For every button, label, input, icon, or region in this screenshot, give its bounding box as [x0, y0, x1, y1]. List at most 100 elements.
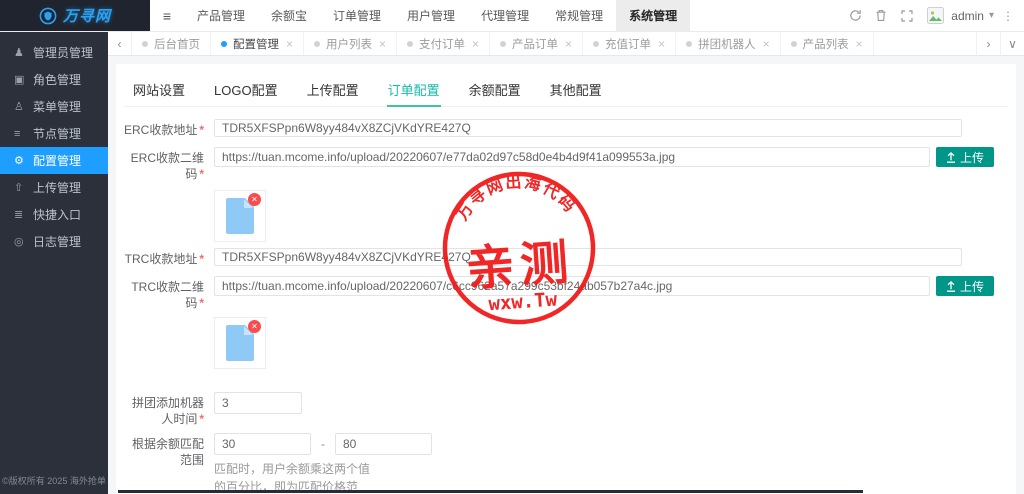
remove-image-icon[interactable]: ✕: [248, 320, 261, 333]
avatar[interactable]: [927, 7, 945, 24]
tab-label: 配置管理: [233, 38, 279, 51]
field-label: ERC收款二维码 *: [130, 151, 204, 181]
sidebar-item-user[interactable]: ♟ 管理员管理: [0, 39, 108, 66]
tab-dot-icon: [790, 40, 797, 47]
copyright-text: ©版权所有 2025 海外抢单: [2, 476, 106, 486]
app-logo[interactable]: 万寻网: [0, 0, 150, 31]
tab-dot-icon: [686, 40, 693, 47]
collapse-menu-icon[interactable]: ≡: [150, 0, 184, 31]
topnav-item[interactable]: 产品管理: [184, 0, 258, 31]
topnav-item[interactable]: 系统管理: [616, 0, 691, 31]
remove-image-icon[interactable]: ✕: [248, 193, 261, 206]
robot-time-input[interactable]: [214, 392, 302, 414]
upload-arrow-icon: [946, 151, 955, 163]
top-navigation: ≡ 产品管理 余额宝 订单管理 用户管理 代理管理 常规管理 系统管理: [150, 0, 691, 31]
tab-close-icon[interactable]: ×: [472, 37, 479, 51]
trc-qr-preview: ✕: [214, 317, 266, 369]
fullscreen-icon[interactable]: [895, 0, 919, 32]
sidebar-item-label: 节点管理: [33, 127, 82, 141]
tab-close-icon[interactable]: ×: [565, 37, 572, 51]
main-area: 网站设置 LOGO配置上传配置订单配置余额配置其他配置 ERC收款地址* ERC收…: [108, 56, 1024, 494]
trc-qr-input[interactable]: [214, 276, 930, 296]
topnav-items: 产品管理 余额宝 订单管理 用户管理 代理管理 常规管理 系统管理: [184, 0, 691, 31]
tab-close-icon[interactable]: ×: [379, 37, 386, 51]
sidebar-item-log[interactable]: ◎ 日志管理: [0, 228, 108, 255]
page-tab[interactable]: 产品订单 ×: [490, 32, 584, 55]
page-tab[interactable]: 配置管理 ×: [211, 32, 305, 55]
field-label: 拼团添加机器人时间 *: [131, 396, 204, 426]
balance-max-input[interactable]: [335, 433, 432, 455]
topnav-item[interactable]: 代理管理: [468, 0, 542, 31]
sidebar-item-label: 菜单管理: [33, 100, 82, 114]
topnav-item[interactable]: 订单管理: [320, 0, 394, 31]
balance-min-input[interactable]: [214, 433, 311, 455]
log-icon: ◎: [14, 236, 24, 248]
tab-dot-icon: [221, 40, 227, 47]
page-tab[interactable]: 充值订单 ×: [583, 32, 677, 55]
app-title: 万寻网: [62, 8, 111, 25]
page-tab[interactable]: 拼团机器人 ×: [676, 32, 781, 55]
page-tab[interactable]: 支付订单 ×: [397, 32, 491, 55]
sidebar-item-label: 快捷入口: [33, 208, 82, 222]
top-header: 万寻网 ≡ 产品管理 余额宝 订单管理 用户管理 代理管理 常规管理 系统管理 admin …: [0, 0, 1024, 32]
horizontal-scrollbar[interactable]: [118, 490, 863, 493]
topnav-item[interactable]: 余额宝: [258, 0, 320, 31]
sidebar-item-list[interactable]: ≡ 节点管理: [0, 120, 108, 147]
image-placeholder-icon: ✕: [226, 193, 261, 234]
sidebar-item-id-card[interactable]: ▣ 角色管理: [0, 66, 108, 93]
trash-icon[interactable]: [869, 0, 893, 32]
user-menu[interactable]: admin: [951, 9, 984, 23]
erc-address-input[interactable]: [214, 119, 962, 137]
tabs-dropdown-icon[interactable]: ∨: [1000, 32, 1024, 55]
id-card-icon: ▣: [14, 74, 25, 86]
range-dash: -: [321, 437, 325, 451]
tab-close-icon[interactable]: ×: [658, 37, 665, 51]
erc-upload-button[interactable]: 上传: [935, 147, 994, 167]
config-tab[interactable]: 订单配置: [386, 76, 441, 107]
trc-upload-button[interactable]: 上传: [935, 276, 994, 296]
more-icon[interactable]: ⋮: [1000, 9, 1016, 23]
page-tab[interactable]: 后台首页: [132, 32, 211, 55]
trc-address-input[interactable]: [214, 248, 962, 266]
config-tab[interactable]: 上传配置: [306, 76, 360, 106]
page-tab[interactable]: 用户列表 ×: [304, 32, 398, 55]
tab-dot-icon: [142, 40, 148, 47]
tab-dot-icon: [314, 40, 321, 47]
required-star: *: [199, 123, 205, 137]
erc-qr-preview: ✕: [214, 190, 266, 242]
required-star: *: [199, 252, 204, 266]
tabs-scroll-left-icon[interactable]: ‹: [108, 32, 132, 55]
sidebar: ♟ 管理员管理 ▣ 角色管理 ♙ 菜单管理 ≡ 节点管理 ⚙ 配置管理 ⇧ 上传管理 ≣ 快捷入口 ◎ 日志管…: [0, 32, 108, 494]
config-tab[interactable]: 余额配置: [468, 76, 522, 106]
tabs-scroll-right-icon[interactable]: ›: [976, 32, 1000, 55]
required-star: *: [199, 412, 204, 426]
tab-label: 支付订单: [419, 38, 466, 51]
sidebar-item-label: 配置管理: [33, 154, 82, 168]
config-tab[interactable]: LOGO配置: [213, 76, 279, 106]
sidebar-item-menu[interactable]: ♙ 菜单管理: [0, 93, 108, 120]
form-row-trc-preview: ✕: [124, 317, 1008, 369]
page-tab[interactable]: 产品列表 ×: [781, 32, 874, 55]
config-tab[interactable]: 网站设置: [132, 76, 186, 106]
tab-label: 产品列表: [802, 38, 849, 51]
sidebar-item-gear[interactable]: ⚙ 配置管理: [0, 147, 108, 174]
topnav-item[interactable]: 用户管理: [394, 0, 468, 31]
image-placeholder-icon: ✕: [226, 320, 261, 361]
tab-close-icon[interactable]: ×: [763, 37, 770, 51]
topnav-item[interactable]: 常规管理: [542, 0, 616, 31]
field-label: TRC收款二维码 *: [131, 280, 204, 310]
erc-qr-input[interactable]: [214, 147, 930, 167]
sidebar-item-shortcut[interactable]: ≣ 快捷入口: [0, 201, 108, 228]
config-tab[interactable]: 其他配置: [549, 76, 603, 106]
required-star: *: [199, 296, 204, 310]
upload-icon: ⇧: [14, 182, 24, 194]
config-tabs: 网站设置 LOGO配置 上传配置 订单配置 余额配置 其他配置: [124, 76, 1008, 107]
sidebar-item-upload[interactable]: ⇧ 上传管理: [0, 174, 108, 201]
tab-close-icon[interactable]: ×: [856, 37, 863, 51]
refresh-icon[interactable]: [843, 0, 867, 32]
caret-down-icon[interactable]: ▾: [989, 10, 994, 21]
menu-icon: ♙: [14, 101, 24, 113]
tab-close-icon[interactable]: ×: [286, 37, 293, 51]
list-icon: ≡: [14, 127, 21, 140]
page-tabs-bar: ‹ 后台首页 配置管理 × 用户列表 × 支付订单 × 产品订单 × 充值订单 × 拼团机器人 × 产品列…: [108, 32, 1024, 56]
